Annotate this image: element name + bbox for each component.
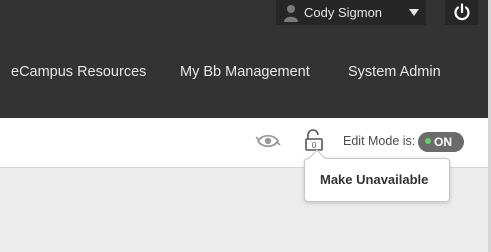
make-unavailable-popover[interactable]: Make Unavailable bbox=[304, 149, 450, 202]
edit-mode-state: ON bbox=[434, 135, 452, 149]
make-unavailable-button[interactable]: Make Unavailable bbox=[320, 172, 428, 187]
power-icon bbox=[454, 3, 470, 21]
user-icon bbox=[284, 5, 298, 22]
status-indicator bbox=[425, 138, 431, 144]
user-menu[interactable]: Cody Sigmon bbox=[276, 0, 426, 25]
user-name: Cody Sigmon bbox=[304, 5, 383, 20]
edit-mode-label: Edit Mode is: bbox=[343, 134, 416, 148]
nav-item-my-bb-management[interactable]: My Bb Management bbox=[180, 64, 310, 80]
edit-mode-toggle[interactable]: ON bbox=[418, 132, 464, 152]
logout-button[interactable] bbox=[445, 0, 478, 25]
nav-item-system-admin[interactable]: System Admin bbox=[348, 64, 441, 80]
caret-down-icon bbox=[409, 9, 419, 16]
nav-item-ecampus-resources[interactable]: eCampus Resources bbox=[11, 64, 146, 80]
global-header: Cody Sigmon eCampus Resources My Bb Mana… bbox=[0, 0, 491, 118]
unlock-icon[interactable]: 0 bbox=[304, 129, 324, 151]
student-preview-icon[interactable] bbox=[255, 131, 281, 151]
